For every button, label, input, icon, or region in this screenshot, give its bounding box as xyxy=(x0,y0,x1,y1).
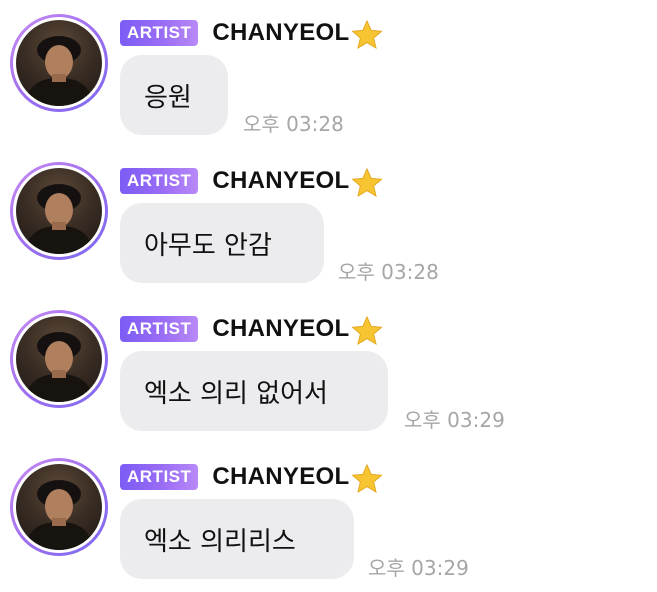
profile-photo xyxy=(16,316,102,402)
star-icon xyxy=(351,315,384,347)
avatar[interactable] xyxy=(10,310,108,408)
artist-badge: ARTIST xyxy=(120,168,199,194)
username[interactable]: CHANYEOL xyxy=(212,463,349,491)
star-icon xyxy=(351,167,384,199)
username[interactable]: CHANYEOL xyxy=(212,19,349,47)
avatar[interactable] xyxy=(10,162,108,260)
message-bubble[interactable]: 엑소 의리 없어서 xyxy=(120,351,388,431)
message-timestamp: 오후 03:28 xyxy=(338,260,439,284)
star-icon xyxy=(351,463,384,495)
avatar-ring-gap xyxy=(13,313,105,405)
profile-photo xyxy=(16,168,102,254)
chat-message: ARTIST CHANYEOL 엑소 의리 없어서 오후 03:29 xyxy=(0,296,657,444)
chat-message: ARTIST CHANYEOL 엑소 의리리스 오후 03:29 xyxy=(0,444,657,592)
message-header: ARTIST CHANYEOL xyxy=(120,18,384,51)
chat-message: ARTIST CHANYEOL 아무도 안감 오후 03:28 xyxy=(0,148,657,296)
avatar-ring-gap xyxy=(13,165,105,257)
username[interactable]: CHANYEOL xyxy=(212,315,349,343)
message-bubble[interactable]: 엑소 의리리스 xyxy=(120,499,354,579)
message-bubble[interactable]: 아무도 안감 xyxy=(120,203,324,283)
artist-badge: ARTIST xyxy=(120,316,199,342)
message-timestamp: 오후 03:29 xyxy=(368,556,469,580)
username[interactable]: CHANYEOL xyxy=(212,167,349,195)
avatar-ring-gap xyxy=(13,461,105,553)
avatar[interactable] xyxy=(10,14,108,112)
message-header: ARTIST CHANYEOL xyxy=(120,462,384,495)
profile-photo xyxy=(16,20,102,106)
message-timestamp: 오후 03:28 xyxy=(243,112,344,136)
message-bubble[interactable]: 응원 xyxy=(120,55,228,135)
star-icon xyxy=(351,19,384,51)
artist-badge: ARTIST xyxy=(120,20,199,46)
avatar[interactable] xyxy=(10,458,108,556)
profile-photo xyxy=(16,464,102,550)
chat-message: ARTIST CHANYEOL 응원 오후 03:28 xyxy=(0,0,657,148)
message-timestamp: 오후 03:29 xyxy=(404,408,505,432)
avatar-ring-gap xyxy=(13,17,105,109)
message-header: ARTIST CHANYEOL xyxy=(120,166,384,199)
artist-badge: ARTIST xyxy=(120,464,199,490)
message-header: ARTIST CHANYEOL xyxy=(120,314,384,347)
